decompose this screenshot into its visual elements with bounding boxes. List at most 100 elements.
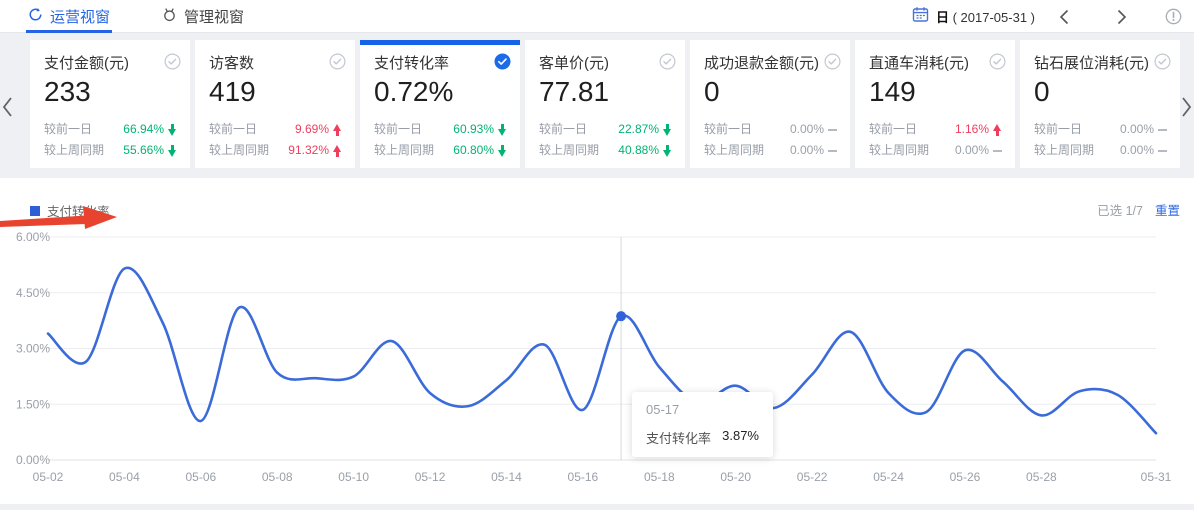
comparison-row: 较上周同期 0.00%	[869, 140, 1002, 161]
comparison-row: 较前一日60.93%	[374, 119, 507, 140]
comparison-label: 较上周同期	[44, 140, 104, 161]
legend-item-conversion-rate[interactable]: 支付转化率	[30, 201, 110, 220]
comparison-value: 0.00%	[790, 119, 824, 140]
comparison-label: 较前一日	[44, 119, 92, 140]
check-icon[interactable]	[989, 53, 1006, 75]
comparison-row: 较前一日9.69%	[209, 119, 342, 140]
tab-management-view[interactable]: 管理视窗	[162, 0, 244, 33]
comparison-label: 较前一日	[704, 119, 752, 140]
check-icon[interactable]	[824, 53, 841, 75]
metric-title: 支付金额(元)	[44, 54, 177, 74]
date-value: ( 2017-05-31 )	[953, 10, 1035, 25]
date-display[interactable]: 日 ( 2017-05-31 )	[936, 7, 1035, 26]
metric-card-paid-search-cost[interactable]: 直通车消耗(元)149 较前一日1.16%较上周同期 0.00%	[855, 40, 1015, 168]
selected-count: 已选 1/7	[1097, 204, 1143, 218]
metric-card-payment-conversion-rate[interactable]: 支付转化率0.72% 较前一日60.93%较上周同期 60.80%	[360, 40, 520, 168]
next-date-button[interactable]	[1093, 9, 1151, 25]
metric-value: 77.81	[539, 75, 672, 109]
comparison-value: 55.66%	[123, 140, 164, 161]
comparison-row: 较前一日 0.00%	[704, 119, 837, 140]
check-icon-selected[interactable]	[494, 53, 511, 75]
up-arrow-icon	[993, 124, 1002, 136]
metric-card-customer-unit-price[interactable]: 客单价(元)77.81 较前一日 22.87%较上周同期40.88%	[525, 40, 685, 168]
tab-label: 运营视窗	[50, 6, 110, 27]
comparison-value: 91.32%	[288, 140, 329, 161]
metric-title: 直通车消耗(元)	[869, 54, 1002, 74]
comparison-value: 0.00%	[955, 140, 989, 161]
comparison-label: 较上周同期	[704, 140, 764, 161]
down-arrow-icon	[663, 145, 672, 157]
comparison-rows: 较前一日 22.87%较上周同期40.88%	[539, 119, 672, 161]
metric-value: 0	[704, 75, 837, 109]
comparison-value: 0.00%	[790, 140, 824, 161]
comparison-rows: 较前一日1.16%较上周同期 0.00%	[869, 119, 1002, 161]
comparison-label: 较上周同期	[1034, 140, 1094, 161]
comparison-rows: 较前一日 66.94% 较上周同期 55.66%	[44, 119, 177, 161]
metric-card-visitor-count[interactable]: 访客数419 较前一日9.69%较上周同期91.32%	[195, 40, 355, 168]
tab-label: 管理视窗	[184, 6, 244, 27]
comparison-label: 较上周同期	[869, 140, 929, 161]
active-tab-underline	[26, 30, 112, 33]
tooltip-date: 05-17	[646, 402, 759, 417]
comparison-value: 60.80%	[453, 140, 494, 161]
metric-card-refund-amount[interactable]: 成功退款金额(元)0 较前一日 0.00% 较上周同期 0.00%	[690, 40, 850, 168]
flat-dash-icon	[828, 129, 837, 131]
calendar-icon[interactable]	[912, 6, 929, 28]
check-icon[interactable]	[1154, 53, 1171, 75]
metric-value: 419	[209, 75, 342, 109]
metric-title: 客单价(元)	[539, 54, 672, 74]
date-period: 日	[936, 10, 949, 25]
comparison-value: 22.87%	[618, 119, 659, 140]
metric-title: 访客数	[209, 54, 342, 74]
flat-dash-icon	[1158, 150, 1167, 152]
comparison-rows: 较前一日0.00%较上周同期0.00%	[1034, 119, 1167, 161]
flat-dash-icon	[1158, 129, 1167, 131]
metric-title: 钻石展位消耗(元)	[1034, 54, 1167, 74]
check-icon[interactable]	[164, 53, 181, 75]
comparison-row: 较上周同期 55.66%	[44, 140, 177, 161]
metric-card-payment-amount[interactable]: 支付金额(元)233较前一日66.94%较上周同期55.66%	[30, 40, 190, 168]
metric-title: 支付转化率	[374, 54, 507, 74]
management-view-icon	[162, 7, 177, 26]
comparison-rows: 较前一日60.93%较上周同期 60.80%	[374, 119, 507, 161]
comparison-value: 66.94%	[123, 119, 164, 140]
comparison-row: 较前一日 66.94%	[44, 119, 177, 140]
chart-tooltip: 05-17 支付转化率 3.87%	[632, 392, 773, 457]
comparison-row: 较上周同期 60.80%	[374, 140, 507, 161]
comparison-row: 较上周同期 0.00%	[1034, 140, 1167, 161]
metric-card-display-ad-cost[interactable]: 钻石展位消耗(元)0较前一日0.00%较上周同期0.00%	[1020, 40, 1180, 168]
prev-date-button[interactable]	[1035, 9, 1093, 25]
comparison-value: 0.00%	[1120, 140, 1154, 161]
info-icon[interactable]	[1165, 8, 1182, 25]
comparison-rows: 较前一日9.69%较上周同期91.32%	[209, 119, 342, 161]
comparison-label: 较上周同期	[539, 140, 599, 161]
top-nav: 运营视窗 管理视窗 日 ( 2017-05-31 )	[0, 0, 1194, 33]
down-arrow-icon	[498, 124, 507, 136]
cards-scroll-right-button[interactable]	[1181, 96, 1193, 123]
comparison-row: 较上周同期40.88%	[539, 140, 672, 161]
chart-panel	[0, 178, 1194, 504]
comparison-row: 较前一日 22.87%	[539, 119, 672, 140]
metric-value: 0	[1034, 75, 1167, 109]
up-arrow-icon	[333, 124, 342, 136]
metric-title: 成功退款金额(元)	[704, 54, 837, 74]
check-icon[interactable]	[659, 53, 676, 75]
comparison-row: 较前一日1.16%	[869, 119, 1002, 140]
comparison-value: 0.00%	[1120, 119, 1154, 140]
view-tabs: 运营视窗 管理视窗	[28, 0, 244, 33]
tooltip-value: 3.87%	[722, 428, 759, 447]
check-icon[interactable]	[329, 53, 346, 75]
date-controls: 日 ( 2017-05-31 )	[912, 0, 1182, 33]
comparison-value: 60.93%	[453, 119, 494, 140]
tab-operations-view[interactable]: 运营视窗	[28, 0, 110, 33]
comparison-label: 较上周同期	[374, 140, 434, 161]
flat-dash-icon	[828, 150, 837, 152]
comparison-label: 较前一日	[539, 119, 587, 140]
tooltip-series-label: 支付转化率	[646, 428, 711, 447]
metric-value: 0.72%	[374, 75, 507, 109]
cards-scroll-left-button[interactable]	[1, 96, 13, 123]
reset-link[interactable]: 重置	[1155, 204, 1180, 218]
metric-value: 149	[869, 75, 1002, 109]
operations-view-icon	[28, 7, 43, 26]
comparison-label: 较前一日	[869, 119, 917, 140]
